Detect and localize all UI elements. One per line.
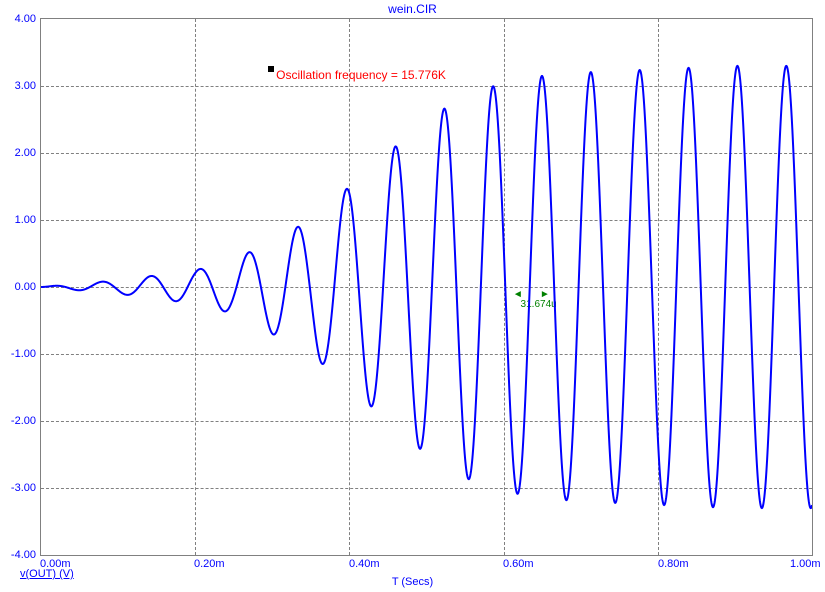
xtick-08: 0.80m xyxy=(658,558,718,570)
x-axis-label: T (Secs) xyxy=(0,576,825,588)
xtick-02: 0.20m xyxy=(194,558,254,570)
ytick-2: 2.00 xyxy=(0,147,36,159)
ytick-0: 0.00 xyxy=(0,281,36,293)
ytick-1: 1.00 xyxy=(0,214,36,226)
ytick-m1: -1.00 xyxy=(0,348,36,360)
xtick-10: 1.00m xyxy=(790,558,825,570)
ytick-4: 4.00 xyxy=(0,13,36,25)
waveform-line xyxy=(41,19,812,555)
page-title: wein.CIR xyxy=(0,2,825,16)
ytick-m2: -2.00 xyxy=(0,415,36,427)
ytick-m3: -3.00 xyxy=(0,482,36,494)
xtick-06: 0.60m xyxy=(503,558,563,570)
ytick-3: 3.00 xyxy=(0,80,36,92)
xtick-04: 0.40m xyxy=(349,558,409,570)
ytick-m4: -4.00 xyxy=(0,549,36,561)
plot-area: Oscillation frequency = 15.776K ◄ ► 31.6… xyxy=(40,18,813,556)
